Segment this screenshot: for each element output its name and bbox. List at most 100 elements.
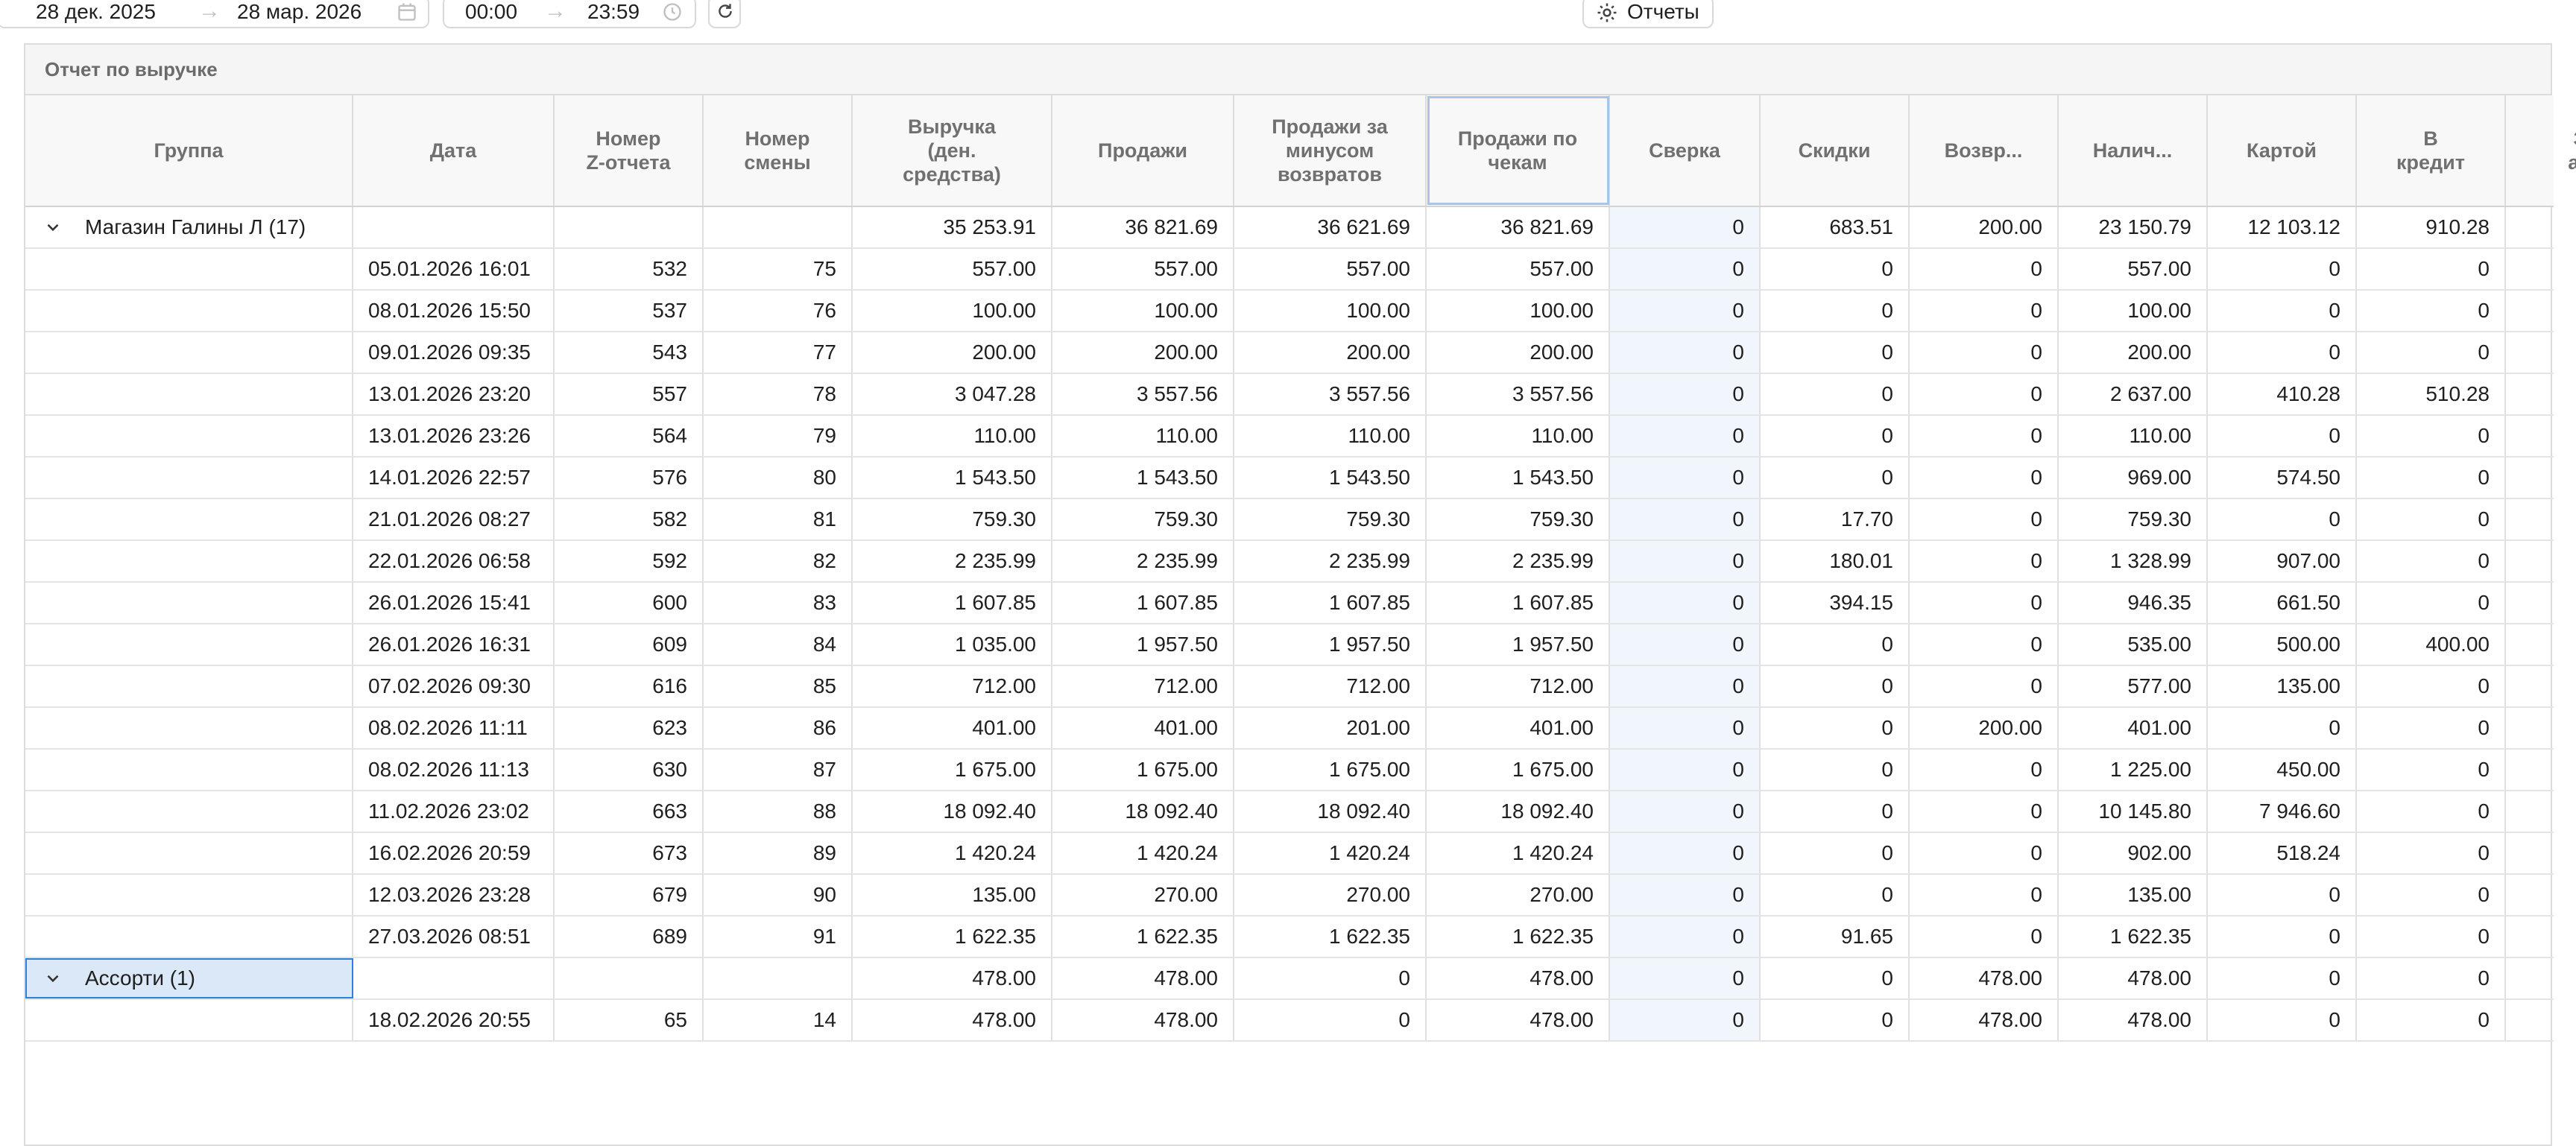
column-header-discounts[interactable]: Скидки (1761, 95, 1910, 206)
cell-sales-by-receipts: 200.00 (1427, 332, 1610, 373)
cell-cash: 1 225.00 (2059, 750, 2208, 790)
cell-z-report-number: 630 (555, 750, 704, 790)
cell-card: 0 (2208, 416, 2357, 456)
cell-card: 450.00 (2208, 750, 2357, 790)
column-header-cash[interactable]: Налич... (2059, 95, 2208, 206)
column-header-credit[interactable]: В кредит (2357, 95, 2506, 206)
cell-cash: 577.00 (2059, 666, 2208, 706)
cell-sales-net-returns: 1 675.00 (1234, 750, 1427, 790)
table-row[interactable]: 26.01.2026 16:31 609 84 1 035.00 1 957.50 1 9… (25, 624, 2554, 666)
date-from-input[interactable]: 28 дек. 2025 (36, 0, 156, 24)
chevron-down-icon[interactable] (43, 218, 63, 237)
cell-date: 22.01.2026 06:58 (353, 541, 555, 581)
table-row[interactable]: 05.01.2026 16:01 532 75 557.00 557.00 557.00 5… (25, 249, 2554, 291)
table-row[interactable]: 07.02.2026 09:30 616 85 712.00 712.00 712.00 7… (25, 666, 2554, 708)
cell-cash: 23 150.79 (2059, 207, 2208, 247)
cell-sales-by-receipts: 2 235.99 (1427, 541, 1610, 581)
cell-sales-by-receipts: 36 821.69 (1427, 207, 1610, 247)
table-row[interactable]: 22.01.2026 06:58 592 82 2 235.99 2 235.99 2 2… (25, 541, 2554, 583)
cell-reconciliation: 0 (1610, 917, 1761, 957)
cell-reconciliation: 0 (1610, 583, 1761, 623)
cell-shift-number: 85 (704, 666, 853, 706)
time-range-picker[interactable]: 00:00 → 23:59 (443, 0, 696, 28)
cell-date: 08.02.2026 11:13 (353, 750, 555, 790)
table-row[interactable]: 08.01.2026 15:50 537 76 100.00 100.00 100.00 1… (25, 291, 2554, 332)
cell-shift-number: 82 (704, 541, 853, 581)
cell-shift-number (704, 958, 853, 998)
cell-card: 0 (2208, 499, 2357, 539)
column-header-extra[interactable]: З ав (2506, 95, 2576, 206)
group-cell (25, 249, 353, 289)
clock-icon[interactable] (662, 1, 683, 22)
cell-sales-net-returns: 3 557.56 (1234, 374, 1427, 414)
cell-sales: 1 420.24 (1052, 833, 1234, 873)
column-header-reconciliation[interactable]: Сверка (1610, 95, 1761, 206)
table-row[interactable]: 13.01.2026 23:20 557 78 3 047.28 3 557.56 3 5… (25, 374, 2554, 416)
cell-cash: 1 622.35 (2059, 917, 2208, 957)
cell-extra (2506, 249, 2576, 289)
table-row[interactable]: 11.02.2026 23:02 663 88 18 092.40 18 092.40 1… (25, 791, 2554, 833)
cell-shift-number: 14 (704, 1000, 853, 1040)
cell-card: 135.00 (2208, 666, 2357, 706)
cell-sales-by-receipts: 110.00 (1427, 416, 1610, 456)
column-header-card[interactable]: Картой (2208, 95, 2357, 206)
column-header-shift-number[interactable]: Номер смены (704, 95, 853, 206)
cell-sales-net-returns: 1 543.50 (1234, 458, 1427, 498)
table-row[interactable]: 08.02.2026 11:11 623 86 401.00 401.00 201.00 4… (25, 708, 2554, 750)
cell-date: 18.02.2026 20:55 (353, 1000, 555, 1040)
group-cell[interactable]: Магазин Галины Л (17) (25, 207, 353, 247)
column-header-sales[interactable]: Продажи (1052, 95, 1234, 206)
cell-sales-net-returns: 18 092.40 (1234, 791, 1427, 832)
cell-date: 26.01.2026 16:31 (353, 624, 555, 665)
cell-revenue: 1 622.35 (853, 917, 1052, 957)
table-row[interactable]: 13.01.2026 23:26 564 79 110.00 110.00 110.00 1… (25, 416, 2554, 458)
table-row[interactable]: 12.03.2026 23:28 679 90 135.00 270.00 270.00 2… (25, 875, 2554, 917)
calendar-icon[interactable] (397, 1, 417, 22)
cell-returns: 0 (1910, 291, 2059, 331)
cell-sales-by-receipts: 18 092.40 (1427, 791, 1610, 832)
time-to-input[interactable]: 23:59 (587, 0, 640, 24)
cell-date: 27.03.2026 08:51 (353, 917, 555, 957)
table-row[interactable]: 16.02.2026 20:59 673 89 1 420.24 1 420.24 1 4… (25, 833, 2554, 875)
column-header-returns[interactable]: Возвр... (1910, 95, 2059, 206)
cell-credit: 0 (2357, 416, 2506, 456)
column-header-revenue[interactable]: Выручка (ден. средства) (853, 95, 1052, 206)
cell-sales-net-returns: 1 622.35 (1234, 917, 1427, 957)
cell-shift-number: 80 (704, 458, 853, 498)
cell-sales: 200.00 (1052, 332, 1234, 373)
cell-date (353, 958, 555, 998)
chevron-down-icon[interactable] (43, 969, 63, 988)
date-to-input[interactable]: 28 мар. 2026 (237, 0, 362, 24)
column-header-sales-net-returns[interactable]: Продажи за минусом возвратов (1234, 95, 1427, 206)
cell-returns: 0 (1910, 833, 2059, 873)
refresh-button[interactable] (708, 0, 741, 28)
date-range-picker[interactable]: 28 дек. 2025 → 28 мар. 2026 (0, 0, 429, 28)
group-cell[interactable]: Ассорти (1) (25, 958, 353, 998)
cell-revenue: 2 235.99 (853, 541, 1052, 581)
column-header-sales-by-receipts[interactable]: Продажи по чекам (1427, 95, 1610, 206)
table-row[interactable]: 18.02.2026 20:55 65 14 478.00 478.00 0 478.00 0… (25, 1000, 2554, 1042)
group-row[interactable]: Ассорти (1) 478.00 478.00 0 478.00 0 0 478.00 47… (25, 958, 2554, 1000)
table-row[interactable]: 27.03.2026 08:51 689 91 1 622.35 1 622.35 1 6… (25, 917, 2554, 958)
table-row[interactable]: 14.01.2026 22:57 576 80 1 543.50 1 543.50 1 5… (25, 458, 2554, 499)
cell-extra (2506, 917, 2576, 957)
group-row[interactable]: Магазин Галины Л (17) 35 253.91 36 821.69 3… (25, 207, 2554, 249)
time-from-input[interactable]: 00:00 (465, 0, 517, 24)
cell-shift-number: 81 (704, 499, 853, 539)
table-row[interactable]: 08.02.2026 11:13 630 87 1 675.00 1 675.00 1 6… (25, 750, 2554, 791)
column-header-z-report-number[interactable]: Номер Z-отчета (555, 95, 704, 206)
cell-returns: 0 (1910, 666, 2059, 706)
column-header-group[interactable]: Группа (25, 95, 353, 206)
cell-sales-by-receipts: 3 557.56 (1427, 374, 1610, 414)
cell-revenue: 478.00 (853, 1000, 1052, 1040)
table-row[interactable]: 21.01.2026 08:27 582 81 759.30 759.30 759.30 7… (25, 499, 2554, 541)
reports-button[interactable]: Отчеты (1582, 0, 1714, 28)
column-header-date[interactable]: Дата (353, 95, 555, 206)
cell-credit: 0 (2357, 708, 2506, 748)
table-row[interactable]: 09.01.2026 09:35 543 77 200.00 200.00 200.00 2… (25, 332, 2554, 374)
table-row[interactable]: 26.01.2026 15:41 600 83 1 607.85 1 607.85 1 6… (25, 583, 2554, 624)
cell-z-report-number: 564 (555, 416, 704, 456)
cell-reconciliation: 0 (1610, 708, 1761, 748)
cell-z-report-number: 532 (555, 249, 704, 289)
cell-card: 907.00 (2208, 541, 2357, 581)
